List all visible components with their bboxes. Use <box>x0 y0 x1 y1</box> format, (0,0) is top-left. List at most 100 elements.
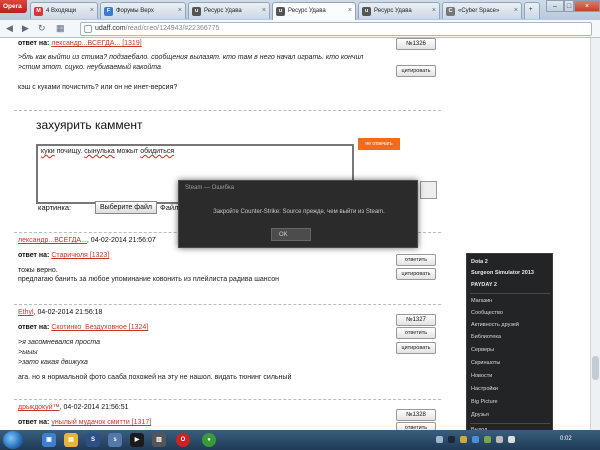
menu-separator <box>470 423 550 424</box>
quote-button[interactable]: цитировать <box>396 65 436 77</box>
windows-taskbar: ▣ ▤ S s ▶ ▥ O ● 0:02 <box>0 430 600 450</box>
close-window-icon[interactable]: × <box>574 0 600 12</box>
post-reply-line: ответ на: Скотинко_Бездуховное [1324] <box>18 324 149 331</box>
post-date: , 04-02-2014 21:56:18 <box>33 309 103 316</box>
reload-icon[interactable]: ↻ <box>38 23 46 34</box>
close-tab-icon[interactable]: × <box>514 7 518 14</box>
quote-button[interactable]: цитировать <box>396 342 436 354</box>
tray-icon[interactable] <box>484 436 491 443</box>
choose-file-button[interactable]: Выберите файл <box>95 201 157 214</box>
post-number[interactable]: №1326 <box>396 38 436 50</box>
reply-to-link[interactable]: унылый мудачок смитти [1317] <box>51 419 151 426</box>
steam-icon[interactable]: S <box>86 433 100 447</box>
tab-udaff-active[interactable]: u Ресурс Удава × <box>272 2 356 20</box>
tab-label: Ресурс Удава <box>374 8 412 14</box>
network-icon[interactable] <box>496 436 503 443</box>
site-icon: u <box>192 7 201 16</box>
menu-friends[interactable]: Друзья <box>471 412 489 418</box>
opera-taskbar-icon[interactable]: O <box>176 433 190 447</box>
close-tab-icon[interactable]: × <box>178 7 182 14</box>
new-tab-button[interactable]: + <box>524 2 540 19</box>
menu-news[interactable]: Новости <box>471 373 492 379</box>
quote-line: >зато какая движуха <box>18 359 88 366</box>
menu-game-payday2[interactable]: PAYDAY 2 <box>471 282 497 288</box>
quote-line: >бль как выйти из стима? подзаебало. соо… <box>18 54 364 61</box>
file-name: Файл <box>160 203 179 212</box>
tab-mail[interactable]: M 4 Входящи × <box>30 2 98 19</box>
answer-button[interactable]: ответить <box>396 422 436 430</box>
post-author[interactable]: Ethyl <box>18 309 34 316</box>
post-reply-line: ответ на: лександр...ВСЕГДА... [1319] <box>18 40 142 47</box>
opera-menu-button[interactable]: Opera <box>0 0 27 13</box>
tab-cyber-space[interactable]: C «Cyber Space» × <box>442 2 522 19</box>
quote-button[interactable]: цитировать <box>396 268 436 280</box>
site-info-icon[interactable] <box>84 25 92 33</box>
explorer-icon[interactable]: ▣ <box>42 433 56 447</box>
volume-icon[interactable] <box>508 436 515 443</box>
back-icon[interactable]: ◀ <box>6 23 13 34</box>
tab-udaff-3[interactable]: u Ресурс Удава × <box>358 2 440 19</box>
forward-icon[interactable]: ▶ <box>22 23 29 34</box>
tray-icon[interactable] <box>472 436 479 443</box>
steam-tray-icon[interactable] <box>448 436 455 443</box>
app-icon[interactable]: ▥ <box>152 433 166 447</box>
close-tab-icon[interactable]: × <box>262 7 266 14</box>
dialog-title: Steam — Ошибка <box>185 185 235 191</box>
tab-label: Ресурс Удава <box>204 8 242 14</box>
tray-arrow-icon[interactable] <box>436 436 443 443</box>
post-author[interactable]: лександр...ВСЕГДА... <box>18 237 87 244</box>
gmail-icon: M <box>34 7 43 16</box>
minimize-icon[interactable]: – <box>546 0 564 12</box>
game-icon[interactable]: ● <box>202 433 216 447</box>
menu-community[interactable]: Сообщество <box>471 310 503 316</box>
tab-forums[interactable]: F Форумы Верх × <box>100 2 186 19</box>
dialog-ok-button[interactable]: OK <box>271 228 311 241</box>
answer-button[interactable]: ответить <box>396 254 436 266</box>
speed-dial-icon[interactable]: ▦ <box>56 23 65 34</box>
reply-to-link[interactable]: Старичюля [1323] <box>51 252 109 259</box>
divider <box>14 110 441 111</box>
tab-label: Форумы Верх <box>116 8 154 14</box>
media-player-icon[interactable]: ▶ <box>130 433 144 447</box>
menu-settings[interactable]: Настройки <box>471 386 498 392</box>
url-host: udaff.com <box>95 25 126 32</box>
quote-line: >я засомневался проста <box>18 339 101 346</box>
browser-tab-bar: Opera M 4 Входящи × F Форумы Верх × u Ре… <box>0 0 600 20</box>
page-scrollbar[interactable] <box>590 38 600 430</box>
reply-to-link[interactable]: Скотинко_Бездуховное [1324] <box>51 324 148 331</box>
answer-button[interactable]: ответить <box>396 327 436 339</box>
tray-icon[interactable] <box>460 436 467 443</box>
tab-label: Ресурс Удава <box>288 8 326 14</box>
menu-friends-activity[interactable]: Активность друзей <box>471 322 519 328</box>
menu-game-surgeon-simulator[interactable]: Surgeon Simulator 2013 <box>471 270 534 276</box>
post-header: лександр...ВСЕГДА..., 04-02-2014 21:56:0… <box>18 237 156 244</box>
close-tab-icon[interactable]: × <box>348 7 352 14</box>
reply-to-link[interactable]: лександр...ВСЕГДА... [1319] <box>51 40 141 47</box>
skype-icon[interactable]: s <box>108 433 122 447</box>
menu-store[interactable]: Магазин <box>471 298 492 304</box>
submit-button[interactable] <box>420 181 437 199</box>
forum-icon: F <box>104 7 113 16</box>
tab-udaff-1[interactable]: u Ресурс Удава × <box>188 2 270 19</box>
clock[interactable]: 0:02 <box>560 436 572 442</box>
address-bar[interactable]: udaff.com/read/creo/124943/#22366775 <box>80 22 592 36</box>
folder-icon[interactable]: ▤ <box>64 433 78 447</box>
no-reply-button[interactable]: не отвечать <box>358 138 400 150</box>
menu-library[interactable]: Библиотека <box>471 334 501 340</box>
close-tab-icon[interactable]: × <box>432 7 436 14</box>
post-date: , 04-02-2014 21:56:51 <box>59 404 129 411</box>
menu-big-picture[interactable]: Big Picture <box>471 399 498 405</box>
menu-screenshots[interactable]: Скриншоты <box>471 360 500 366</box>
menu-game-dota2[interactable]: Dota 2 <box>471 259 488 265</box>
scrollbar-thumb[interactable] <box>592 356 599 380</box>
dialog-message: Закройте Counter-Strike: Source прежде, … <box>213 209 385 215</box>
post-number[interactable]: №1327 <box>396 314 436 326</box>
close-tab-icon[interactable]: × <box>90 7 94 14</box>
post-text: предлагаю банить за любое упоминание ков… <box>18 276 280 283</box>
start-button[interactable] <box>3 431 23 449</box>
post-number[interactable]: №1328 <box>396 409 436 421</box>
menu-servers[interactable]: Серверы <box>471 347 494 353</box>
maximize-icon[interactable]: □ <box>564 0 574 12</box>
post-author[interactable]: дрыкдокуй™ <box>18 404 60 411</box>
site-icon: u <box>362 7 371 16</box>
